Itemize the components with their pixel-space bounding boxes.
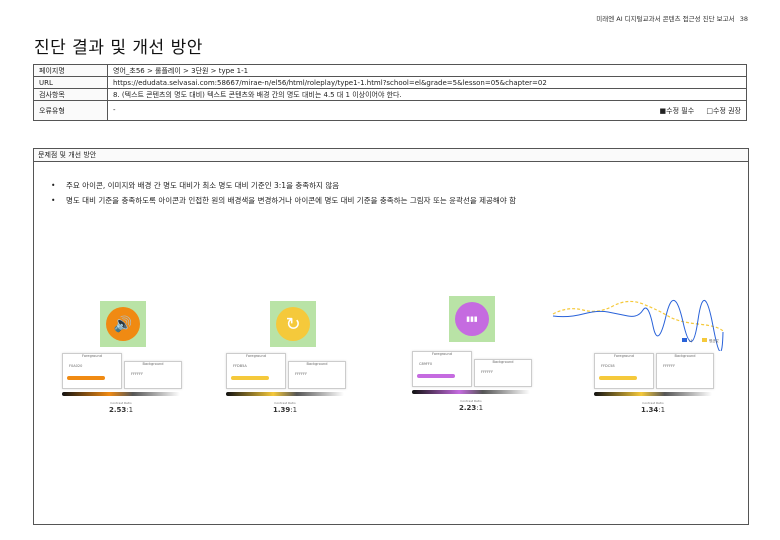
foreground-hex: FFDC58 xyxy=(601,364,615,368)
contrast-label: Contrast Ratio xyxy=(274,401,296,405)
background-card: Background FFFFFF xyxy=(656,353,714,389)
issue-bullet: 주요 아이콘, 이미지와 배경 간 명도 대비가 최소 명도 대비 기준인 3:… xyxy=(51,178,748,193)
info-row-url: URL https://edudata.selvasai.com:58667/m… xyxy=(33,76,747,89)
foreground-label: Foreground xyxy=(82,354,102,358)
contrast-ratio: 1.34:1 xyxy=(594,406,712,414)
series-me-line xyxy=(552,299,724,353)
report-title: 미래엔 AI 디지털교과서 콘텐츠 접근성 진단 보고서 xyxy=(596,15,735,23)
issue-heading: 문제점 및 개선 방안 xyxy=(34,149,748,162)
replay-icon-sample: ↻ xyxy=(270,301,316,347)
background-label: Background xyxy=(674,354,696,358)
foreground-card: Foreground FFDC58 xyxy=(594,353,654,389)
error-label: 오류유형 xyxy=(33,100,108,121)
background-hex: FFFFFF xyxy=(481,370,494,374)
contrast-panel: Foreground FFDC58 Background FFFFFF Cont… xyxy=(594,353,714,421)
legend-swatch-a xyxy=(682,338,687,342)
lightness-bar xyxy=(412,390,530,394)
foreground-label: Foreground xyxy=(246,354,266,358)
speaker-icon: 🔊 xyxy=(106,307,140,341)
error-cell: - ■수정 필수 □수정 권장 xyxy=(107,100,747,121)
legend-swatch-b xyxy=(702,338,707,342)
check-label: 검사항목 xyxy=(33,88,108,101)
foreground-label: Foreground xyxy=(432,352,452,356)
contrast-panel: Foreground FFDB5A Background FFFFFF Cont… xyxy=(226,353,346,421)
option-required: ■수정 필수 xyxy=(659,106,695,115)
foreground-card: Foreground F0A020 xyxy=(62,353,122,389)
url-label: URL xyxy=(33,76,108,89)
foreground-card: Foreground FFDB5A xyxy=(226,353,286,389)
series-average-line xyxy=(552,300,724,332)
option-recommended: □수정 권장 xyxy=(706,106,741,115)
ratio-suffix: :1 xyxy=(476,404,484,412)
info-row-page: 페이지명 영어_초56 > 롤플레이 > 3단원 > type 1-1 xyxy=(33,64,747,77)
info-row-error: 오류유형 - ■수정 필수 □수정 권장 xyxy=(33,100,747,121)
page-title: 진단 결과 및 개선 방안 xyxy=(34,38,203,58)
line-graph: 나 평균값 xyxy=(552,299,724,353)
foreground-bar xyxy=(599,376,637,380)
lightness-bar xyxy=(226,392,344,396)
foreground-label: Foreground xyxy=(614,354,634,358)
error-value: - xyxy=(113,105,116,114)
ratio-value: 1.34 xyxy=(640,406,659,414)
background-hex: FFFFFF xyxy=(131,372,144,376)
background-card: Background FFFFFF xyxy=(124,361,182,389)
legend-label-b: 평균값 xyxy=(709,338,719,343)
url-value[interactable]: https://edudata.selvasai.com:58667/mirae… xyxy=(107,76,747,89)
contrast-label: Contrast Ratio xyxy=(460,399,482,403)
contrast-label: Contrast Ratio xyxy=(642,401,664,405)
foreground-bar xyxy=(231,376,269,380)
ratio-value: 1.39 xyxy=(272,406,291,414)
contrast-panel: Foreground C89FF0 Background FFFFFF Cont… xyxy=(412,351,532,419)
foreground-card: Foreground C89FF0 xyxy=(412,351,472,387)
issue-bullet: 명도 대비 기준을 충족하도록 아이콘과 인접한 원의 배경색을 변경하거나 아… xyxy=(51,193,748,208)
foreground-hex: C89FF0 xyxy=(419,362,433,366)
lightness-bar xyxy=(62,392,180,396)
ratio-value: 2.53 xyxy=(108,406,127,414)
chart-icon-sample: ▮▮▮ xyxy=(449,296,495,342)
lightness-bar xyxy=(594,392,712,396)
chart-icon: ▮▮▮ xyxy=(455,302,489,336)
ratio-suffix: :1 xyxy=(658,406,666,414)
foreground-bar xyxy=(67,376,105,380)
contrast-label: Contrast Ratio xyxy=(110,401,132,405)
ratio-suffix: :1 xyxy=(126,406,134,414)
background-hex: FFFFFF xyxy=(295,372,308,376)
ratio-suffix: :1 xyxy=(290,406,298,414)
page-number: 38 xyxy=(739,15,748,23)
info-row-check: 검사항목 8. (텍스트 콘텐츠의 명도 대비) 텍스트 콘텐츠와 배경 간의 … xyxy=(33,88,747,101)
background-label: Background xyxy=(492,360,514,364)
error-options: ■수정 필수 □수정 권장 xyxy=(650,106,741,116)
page-name-value: 영어_초56 > 롤플레이 > 3단원 > type 1-1 xyxy=(107,64,747,77)
background-label: Background xyxy=(142,362,164,366)
graph-sample: 나 평균값 xyxy=(548,296,726,353)
contrast-ratio: 1.39:1 xyxy=(226,406,344,414)
background-hex: FFFFFF xyxy=(663,364,676,368)
info-table: 페이지명 영어_초56 > 롤플레이 > 3단원 > type 1-1 URL … xyxy=(33,64,747,121)
background-card: Background FFFFFF xyxy=(288,361,346,389)
contrast-panel: Foreground F0A020 Background FFFFFF Cont… xyxy=(62,353,182,421)
contrast-ratio: 2.23:1 xyxy=(412,404,530,412)
background-card: Background FFFFFF xyxy=(474,359,532,387)
foreground-bar xyxy=(417,374,455,378)
issue-bullets: 주요 아이콘, 이미지와 배경 간 명도 대비가 최소 명도 대비 기준인 3:… xyxy=(34,178,748,208)
background-label: Background xyxy=(306,362,328,366)
check-value: 8. (텍스트 콘텐츠의 명도 대비) 텍스트 콘텐츠와 배경 간의 명도 대비… xyxy=(107,88,747,101)
contrast-ratio: 2.53:1 xyxy=(62,406,180,414)
foreground-hex: F0A020 xyxy=(69,364,83,368)
ratio-value: 2.23 xyxy=(458,404,477,412)
speaker-icon-sample: 🔊 xyxy=(100,301,146,347)
foreground-hex: FFDB5A xyxy=(233,364,247,368)
report-header: 미래엔 AI 디지털교과서 콘텐츠 접근성 진단 보고서 38 xyxy=(596,13,748,23)
replay-icon: ↻ xyxy=(276,307,310,341)
page-name-label: 페이지명 xyxy=(33,64,108,77)
